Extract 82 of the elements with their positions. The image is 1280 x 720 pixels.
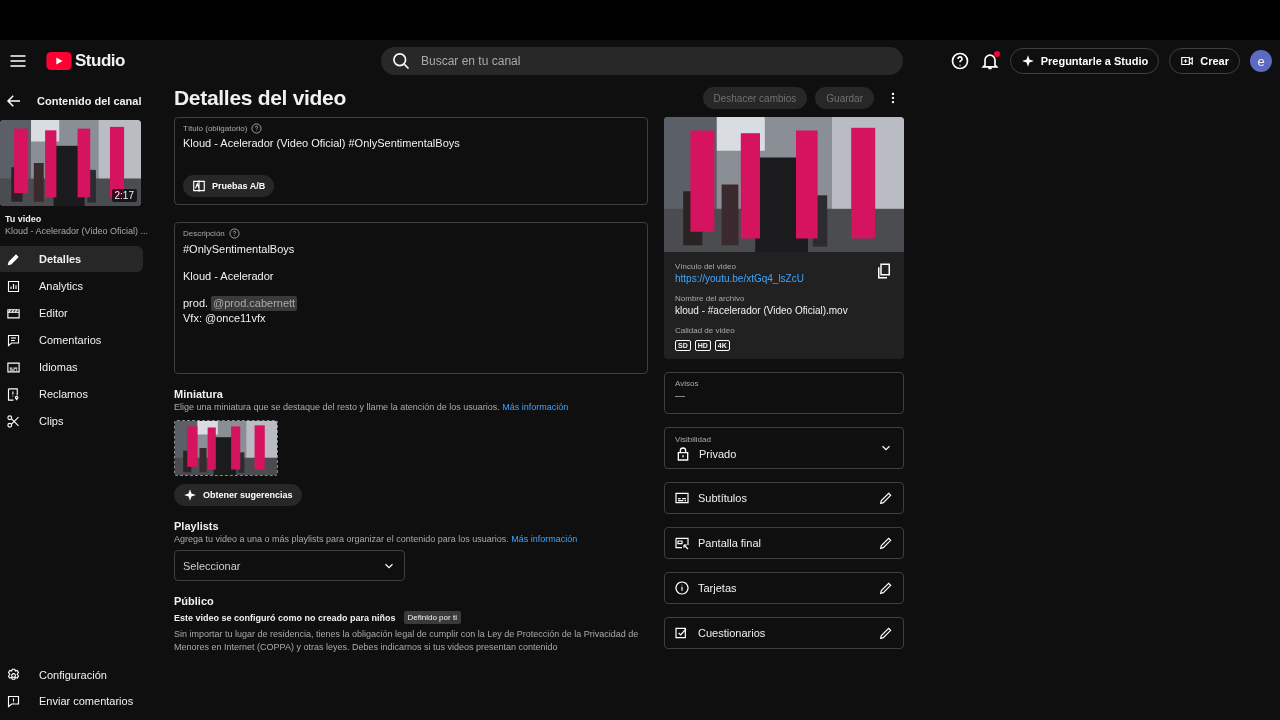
- suggestions-button[interactable]: Obtener sugerencias: [174, 484, 302, 506]
- mention-chip[interactable]: @prod.cabernett: [211, 296, 298, 311]
- option-label: Cuestionarios: [698, 627, 767, 639]
- field-label: Avisos: [675, 379, 700, 388]
- sidebar-item[interactable]: Editor: [0, 300, 143, 326]
- help-icon[interactable]: [949, 51, 970, 71]
- section-description: Elige una miniatura que se destaque del resto y llame la atención de los usuarios.: [174, 402, 500, 412]
- info-icon: [674, 580, 690, 596]
- sidebar-item[interactable]: Clips: [0, 408, 143, 434]
- subtitles-icon: [674, 490, 690, 506]
- playlist-dropdown[interactable]: Seleccionar: [174, 550, 405, 581]
- pencil-icon[interactable]: [878, 580, 894, 596]
- duration-badge: 2:17: [111, 189, 137, 202]
- sidebar-item[interactable]: Analytics: [0, 273, 143, 299]
- feedback-icon: [6, 693, 21, 709]
- settings-icon: [6, 667, 21, 683]
- section-heading: Playlists: [174, 520, 220, 532]
- option-row[interactable]: Cuestionarios: [664, 617, 904, 649]
- lock-icon: [675, 445, 691, 462]
- status-badge: Definido por ti: [403, 611, 461, 624]
- more-info-link[interactable]: Más información: [502, 402, 569, 412]
- scissors-icon: [6, 413, 21, 429]
- description-text: prod.: [183, 296, 209, 311]
- section-description: Agrega tu video a una o más playlists para organizar el contenido para los usuarios.: [174, 534, 509, 544]
- search-icon: [391, 51, 411, 71]
- sidebar-item[interactable]: Detalles: [0, 246, 143, 272]
- field-label: Descripción: [183, 229, 225, 238]
- end-screen-icon: [674, 535, 690, 551]
- sidebar-item[interactable]: Configuración: [0, 662, 143, 688]
- visibility-value: Privado: [699, 447, 737, 460]
- logo-text: Studio: [75, 51, 125, 71]
- more-info-link[interactable]: Más información: [511, 534, 578, 544]
- audience-paragraph: Sin importar tu lugar de residencia, tienes la obligación legal de cumplir con la Ley de Protección de la Privacidad de Menores en Internet (COPPA) y otras leyes. Debes indicarnos si tus videos presentan contenido: [174, 628, 640, 654]
- chart-icon: [6, 278, 21, 294]
- more-icon[interactable]: [890, 91, 896, 105]
- notices-value: —: [675, 390, 686, 401]
- option-row[interactable]: Subtítulos: [664, 482, 904, 514]
- sidebar-item[interactable]: Comentarios: [0, 327, 143, 353]
- sparkle-icon: [183, 488, 197, 502]
- field-label: Calidad de video: [675, 326, 736, 335]
- sidebar-item[interactable]: Reclamos: [0, 381, 143, 407]
- description-text: Vfx: @once11vfx: [183, 311, 266, 326]
- visibility-dropdown[interactable]: Visibilidad Privado: [664, 427, 904, 469]
- description-text: Kloud - Acelerador: [183, 269, 274, 284]
- section-heading: Público: [174, 595, 215, 607]
- ab-test-icon: [192, 179, 206, 193]
- description-text: #OnlySentimentalBoys: [183, 242, 295, 257]
- description-field[interactable]: Descripción #OnlySentimentalBoys Kloud - Acelerador prod. @prod.cabernett Vfx: @once11vfx: [174, 222, 648, 374]
- file-name: kloud - #acelerador (Video Oficial).mov: [675, 305, 849, 316]
- pencil-icon[interactable]: [878, 490, 894, 506]
- back-link[interactable]: Contenido del canal: [37, 95, 142, 107]
- sidebar-item[interactable]: Idiomas: [0, 354, 143, 380]
- subtitles-icon: [6, 359, 21, 375]
- bell-icon[interactable]: [979, 51, 1000, 71]
- ab-test-button[interactable]: Pruebas A/B: [183, 175, 275, 197]
- copy-icon[interactable]: [875, 262, 893, 280]
- title-field[interactable]: Título (obligatorio) Kloud - Acelerador (Video Oficial) #OnlySentimentalBoys Pruebas A/B: [174, 117, 648, 205]
- option-label: Subtítulos: [698, 492, 748, 504]
- section-heading: Miniatura: [174, 388, 224, 400]
- field-label: Visibilidad: [675, 434, 712, 444]
- sidebar-item[interactable]: Enviar comentarios: [0, 688, 143, 714]
- video-plus-icon: [1180, 54, 1195, 68]
- option-row[interactable]: Tarjetas: [664, 572, 904, 604]
- field-label: Nombre del archivo: [675, 294, 746, 303]
- pencil-icon[interactable]: [878, 625, 894, 641]
- search-field[interactable]: Buscar en tu canal: [381, 47, 903, 75]
- pencil-icon[interactable]: [878, 535, 894, 551]
- your-video-label: Tu video: [5, 214, 43, 224]
- avatar[interactable]: e: [1250, 50, 1272, 72]
- option-row[interactable]: Pantalla final: [664, 527, 904, 559]
- audience-status: Este video se configuró como no creado para niños: [174, 612, 396, 623]
- comment-icon: [6, 332, 21, 348]
- play-logo-icon: [46, 52, 72, 70]
- video-link[interactable]: https://youtu.be/xtGq4_lsZcU: [675, 273, 804, 284]
- field-label: Título (obligatorio): [183, 124, 248, 133]
- option-label: Pantalla final: [698, 537, 762, 549]
- field-value: Kloud - Acelerador (Video Oficial) #OnlySentimentalBoys: [183, 137, 461, 149]
- alert-document-icon: [6, 386, 21, 402]
- option-label: Tarjetas: [698, 582, 738, 594]
- page-title: Detalles del video: [174, 86, 346, 110]
- field-label: Vínculo del video: [675, 262, 737, 271]
- back-arrow-icon[interactable]: [5, 92, 23, 110]
